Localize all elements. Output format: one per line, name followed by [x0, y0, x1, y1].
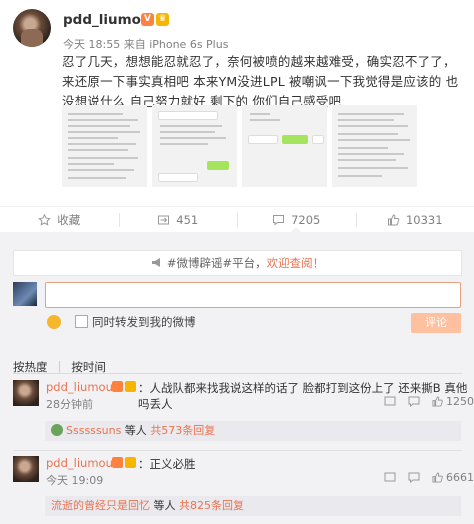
submit-comment-button[interactable]: 评论 — [411, 313, 461, 333]
comment-time: 28分钟前 — [46, 398, 93, 411]
divider — [13, 450, 462, 451]
my-avatar — [13, 282, 37, 306]
comment-time: 今天 19:09 — [46, 474, 104, 487]
comment-like-count: 1250 — [446, 395, 474, 408]
repost-count: 451 — [176, 212, 199, 227]
author-avatar[interactable] — [13, 9, 51, 47]
post-text: 忍了几天，想想能忍就忍了，奈何被喷的越来越难受，确实忍不了了，来还原一下事实真相… — [62, 54, 459, 109]
favorite-button[interactable]: 收藏 — [0, 207, 119, 232]
like-count: 10331 — [405, 212, 443, 227]
comment-like-button[interactable]: 1250 — [432, 395, 474, 408]
reply-summary[interactable]: 流逝的曾经只是回忆 等人 共825条回复 — [45, 496, 461, 516]
commenter-badges — [112, 381, 136, 392]
crown-icon: ♛ — [156, 13, 169, 26]
comments-count: 7205 — [291, 212, 321, 227]
commenter-name[interactable]: pdd_liumou — [46, 380, 113, 394]
comment-input[interactable] — [45, 282, 461, 308]
comment-actions: 1250 — [384, 395, 474, 408]
comment-text: ：正义必胜 — [138, 457, 196, 471]
vip-icon — [112, 381, 123, 392]
reply-count[interactable]: 共573条回复 — [150, 424, 215, 437]
crown-icon — [125, 381, 136, 392]
emoji-icon[interactable] — [47, 315, 61, 329]
commenter-avatar[interactable] — [13, 380, 39, 406]
commenter-avatar[interactable] — [13, 456, 39, 482]
commenter-badges — [112, 457, 136, 468]
thumbs-up-icon — [432, 472, 443, 483]
reply-count[interactable]: 共825条回复 — [179, 499, 244, 512]
comment-section: #微博辟谣#平台，欢迎查阅！ 同时转发到我的微博 评论 按热度 | 按时间 pd… — [0, 232, 474, 524]
post-meta: 今天 18:55 来自 iPhone 6s Plus — [63, 38, 229, 51]
post-action-bar: 收藏 451 7205 10331 — [0, 206, 474, 233]
megaphone-icon — [151, 258, 160, 267]
comment-icon[interactable] — [408, 396, 420, 407]
author-username[interactable]: pdd_liumou — [63, 12, 151, 28]
replier-avatar — [51, 424, 63, 436]
repost-button[interactable]: 451 — [118, 207, 238, 232]
verified-badges: V ♛ — [141, 13, 169, 26]
repost-icon[interactable] — [384, 472, 396, 483]
thumbs-up-icon — [387, 213, 400, 225]
image-thumbnails — [62, 105, 417, 187]
crown-icon — [125, 457, 136, 468]
repost-icon[interactable] — [384, 396, 396, 407]
thumbs-up-icon — [432, 396, 443, 407]
replier-name[interactable]: Ssssssuns — [66, 424, 121, 437]
repost-icon — [158, 215, 170, 224]
comment-icon — [273, 214, 285, 226]
like-button[interactable]: 10331 — [355, 207, 474, 232]
weibo-post: pdd_liumou V ♛ 今天 18:55 来自 iPhone 6s Plu… — [0, 0, 474, 233]
comment-icon[interactable] — [408, 472, 420, 483]
commenter-name[interactable]: pdd_liumou — [46, 456, 113, 470]
vip-icon: V — [141, 13, 154, 26]
comments-button[interactable]: 7205 — [237, 207, 356, 233]
reply-mid-text: 等人 — [121, 424, 151, 437]
reply-mid-text: 等人 — [150, 499, 179, 512]
repost-checkbox[interactable] — [75, 315, 88, 328]
star-icon — [38, 213, 52, 226]
notice-text: #微博辟谣#平台， — [166, 256, 267, 270]
comment-actions: 6661 — [384, 471, 474, 484]
notice-link[interactable]: 欢迎查阅！ — [267, 256, 325, 270]
image-thumbnail[interactable] — [62, 105, 147, 187]
image-thumbnail[interactable] — [242, 105, 327, 187]
reply-summary[interactable]: Ssssssuns 等人 共573条回复 — [45, 421, 461, 441]
comment-like-button[interactable]: 6661 — [432, 471, 474, 484]
vip-icon — [112, 457, 123, 468]
favorite-label: 收藏 — [57, 212, 81, 227]
comment-like-count: 6661 — [446, 471, 474, 484]
repost-option-label: 同时转发到我的微博 — [92, 315, 196, 329]
divider — [13, 373, 462, 374]
replier-name[interactable]: 流逝的曾经只是回忆 — [51, 499, 150, 512]
image-thumbnail[interactable] — [152, 105, 237, 187]
rumor-notice[interactable]: #微博辟谣#平台，欢迎查阅！ — [13, 250, 462, 276]
image-thumbnail[interactable] — [332, 105, 417, 187]
